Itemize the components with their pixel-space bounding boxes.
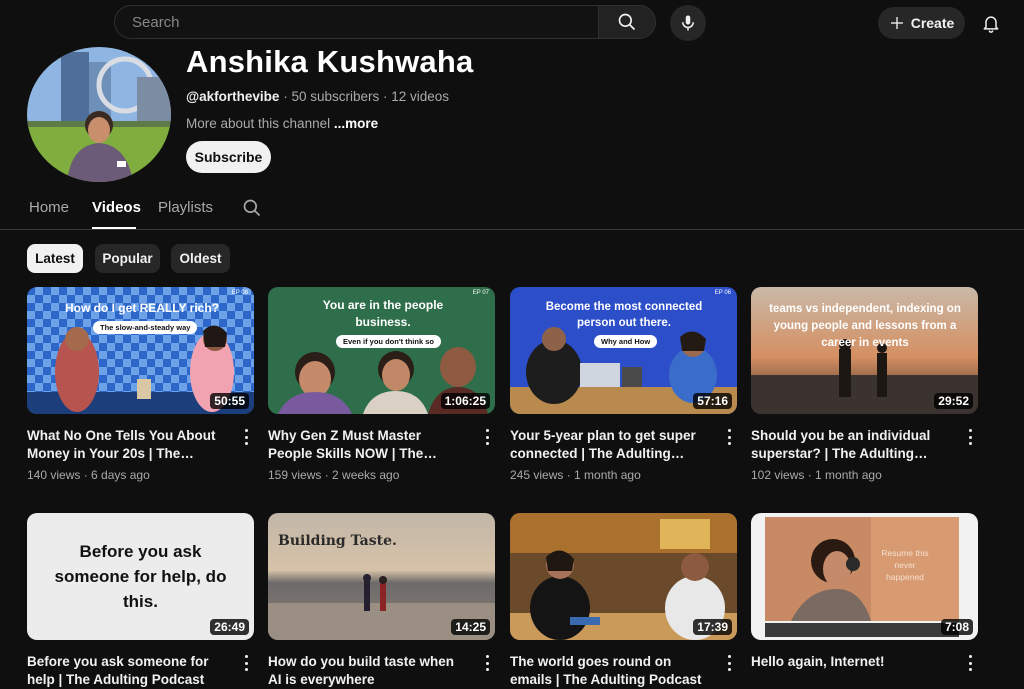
search-icon: [243, 199, 261, 217]
video-meta: 102 views · 1 month ago: [751, 468, 882, 482]
notifications-button[interactable]: [978, 10, 1004, 36]
video-thumbnail[interactable]: You are in the people business. Even if …: [268, 287, 495, 414]
more-link[interactable]: ...more: [334, 116, 378, 131]
video-menu-button[interactable]: [242, 654, 250, 672]
thumbnail-overlay-text: Resume this never happened: [881, 548, 929, 582]
chip-oldest[interactable]: Oldest: [171, 244, 230, 273]
duration-badge: 29:52: [934, 393, 973, 409]
video-meta: 140 views · 6 days ago: [27, 468, 150, 482]
channel-handle: @akforthevibe: [186, 89, 280, 104]
episode-label: EP 08: [231, 290, 248, 296]
duration-badge: 1:06:25: [440, 393, 490, 409]
search-input[interactable]: [130, 12, 598, 32]
episode-label: EP 06: [714, 290, 731, 296]
search-icon: [618, 13, 636, 31]
thumbnail-overlay-text: How do I get REALLY rich?: [64, 301, 219, 315]
search-box[interactable]: [114, 5, 598, 39]
plus-icon: [890, 17, 903, 29]
duration-badge: 26:49: [210, 619, 249, 635]
video-thumbnail[interactable]: Become the most connected person out the…: [510, 287, 737, 414]
video-title[interactable]: What No One Tells You About Money in You…: [27, 427, 227, 463]
video-menu-button[interactable]: [725, 428, 733, 446]
thumbnail-overlay-text: You are in the people business.: [322, 298, 444, 329]
voice-search-button[interactable]: [670, 5, 706, 41]
episode-label: EP 07: [472, 290, 489, 296]
create-button[interactable]: Create: [878, 7, 965, 39]
video-title[interactable]: The world goes round on emails | The Adu…: [510, 653, 710, 689]
video-thumbnail[interactable]: Building Taste. 14:25: [268, 513, 495, 640]
subscribe-button[interactable]: Subscribe: [186, 141, 271, 173]
duration-badge: 57:16: [693, 393, 732, 409]
video-title[interactable]: Should you be an individual superstar? |…: [751, 427, 951, 463]
thumbnail-overlay-text: Become the most connected person out the…: [545, 301, 703, 329]
video-thumbnail[interactable]: How do I get REALLY rich? The slow-and-s…: [27, 287, 254, 414]
duration-badge: 17:39: [693, 619, 732, 635]
duration-badge: 14:25: [451, 619, 490, 635]
video-thumbnail[interactable]: teams vs independent, indexing on young …: [751, 287, 978, 414]
create-label: Create: [910, 15, 955, 31]
video-title[interactable]: How do you build taste when AI is everyw…: [268, 653, 468, 689]
duration-badge: 50:55: [210, 393, 249, 409]
video-menu-button[interactable]: [242, 428, 250, 446]
video-meta: 245 views · 1 month ago: [510, 468, 641, 482]
video-menu-button[interactable]: [966, 654, 974, 672]
video-menu-button[interactable]: [483, 654, 491, 672]
video-title[interactable]: Before you ask someone for help | The Ad…: [27, 653, 227, 689]
chip-latest[interactable]: Latest: [27, 244, 83, 273]
tabs-divider: [0, 229, 1024, 230]
channel-about[interactable]: More about this channel ...more: [186, 116, 378, 131]
video-menu-button[interactable]: [725, 654, 733, 672]
search-button[interactable]: [598, 5, 656, 39]
thumbnail-overlay-text: Before you ask someone for help, do this…: [54, 542, 227, 611]
duration-badge: 7:08: [940, 619, 973, 635]
thumbnail-overlay-text: teams vs independent, indexing on young …: [769, 303, 961, 349]
channel-stats: · 50 subscribers · 12 videos: [279, 89, 450, 104]
video-title[interactable]: Why Gen Z Must Master People Skills NOW …: [268, 427, 468, 463]
thumbnail-overlay-subtext: Even if you don't think so: [336, 335, 441, 348]
thumbnail-overlay-text: Building Taste.: [278, 533, 397, 549]
chip-popular[interactable]: Popular: [95, 244, 160, 273]
video-meta: 159 views · 2 weeks ago: [268, 468, 400, 482]
video-thumbnail[interactable]: 17:39: [510, 513, 737, 640]
channel-avatar: [27, 47, 171, 182]
video-menu-button[interactable]: [966, 428, 974, 446]
video-thumbnail[interactable]: Resume this never happened 7:08: [751, 513, 978, 640]
tab-playlists[interactable]: Playlists: [158, 199, 213, 216]
video-title[interactable]: Hello again, Internet!: [751, 653, 951, 671]
microphone-icon: [682, 15, 694, 31]
bell-icon: [983, 16, 999, 33]
channel-meta: @akforthevibe · 50 subscribers · 12 vide…: [186, 89, 449, 104]
thumbnail-overlay-subtext: The slow-and-steady way: [93, 321, 198, 334]
thumbnail-overlay-subtext: Why and How: [594, 335, 658, 348]
video-title[interactable]: Your 5-year plan to get super connected …: [510, 427, 710, 463]
tab-videos[interactable]: Videos: [92, 199, 141, 216]
tab-home[interactable]: Home: [29, 199, 69, 216]
video-menu-button[interactable]: [483, 428, 491, 446]
channel-search-button[interactable]: [242, 198, 262, 218]
video-thumbnail[interactable]: Before you ask someone for help, do this…: [27, 513, 254, 640]
channel-name: Anshika Kushwaha: [186, 44, 474, 79]
about-text: More about this channel: [186, 116, 334, 131]
